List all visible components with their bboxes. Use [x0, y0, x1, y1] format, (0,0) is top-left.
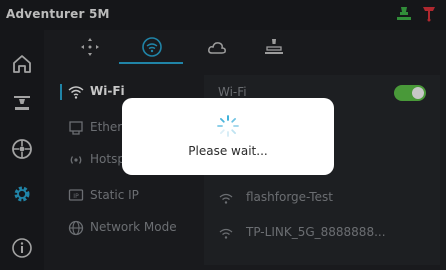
loading-dialog: Please wait...: [122, 98, 334, 175]
dialog-message: Please wait...: [188, 144, 268, 158]
loading-spinner-icon: [217, 115, 239, 137]
